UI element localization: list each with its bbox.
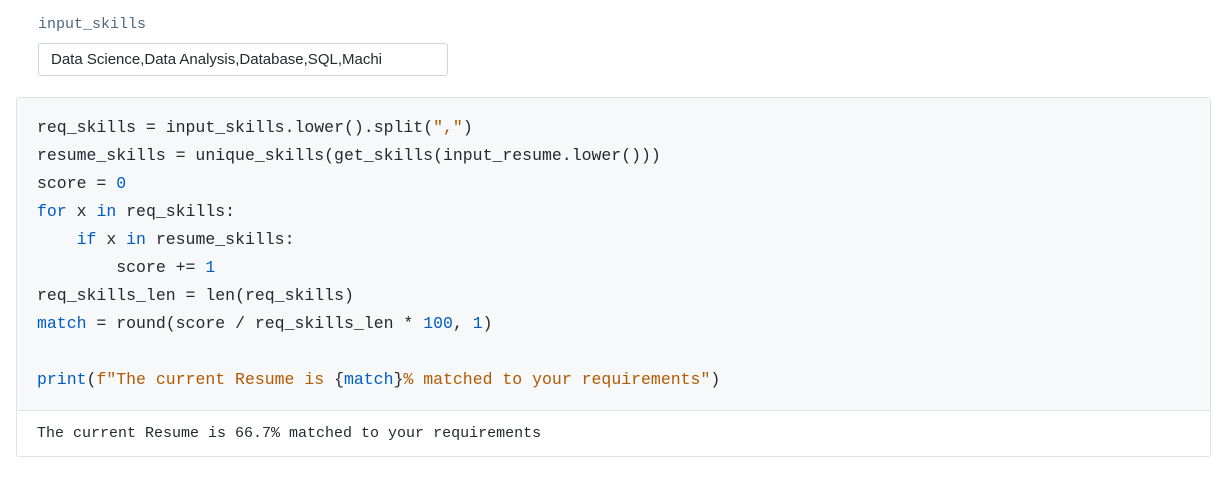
code-block: req_skills = input_skills.lower().split(… xyxy=(17,98,1210,411)
output-block: The current Resume is 66.7% matched to y… xyxy=(17,411,1210,456)
code-cell: req_skills = input_skills.lower().split(… xyxy=(16,97,1211,457)
widget-label: input_skills xyxy=(38,16,1211,33)
input-skills-field[interactable]: Data Science,Data Analysis,Database,SQL,… xyxy=(38,43,448,76)
